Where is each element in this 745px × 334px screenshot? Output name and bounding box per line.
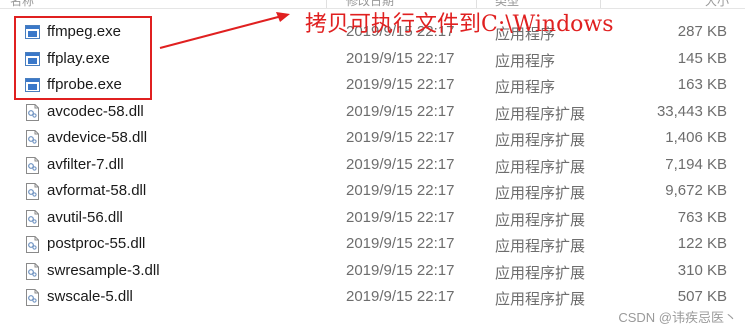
watermark: CSDN @讳疾忌医丶 bbox=[618, 310, 737, 325]
annotation-arrow bbox=[159, 12, 290, 49]
annotation-text: 拷贝可执行文件到C:\Windows bbox=[305, 12, 614, 37]
